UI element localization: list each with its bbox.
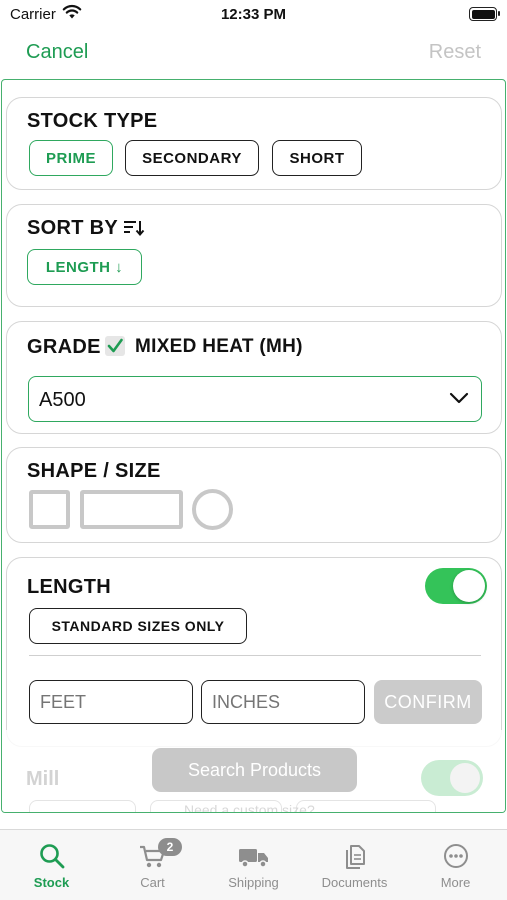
grade-select-value: A500: [39, 389, 86, 411]
mill-toggle[interactable]: [421, 760, 483, 796]
chevron-down-icon: [449, 392, 469, 404]
nav-bar: Cancel Reset: [0, 30, 507, 78]
tab-label: Stock: [33, 875, 70, 890]
sort-length-chip[interactable]: LENGTH ↓: [27, 249, 142, 285]
stock-type-prime-chip[interactable]: PRIME: [29, 140, 113, 176]
shape-size-card: SHAPE / SIZE: [6, 447, 502, 543]
checkmark-icon: [107, 338, 123, 353]
length-divider: [29, 655, 481, 656]
inches-input[interactable]: [201, 680, 365, 724]
square-tube-icon[interactable]: [29, 490, 70, 529]
tab-bar: Stock 2 Cart Shipping Documents More: [0, 829, 507, 900]
grade-card: GRADE MIXED HEAT (MH) A500: [6, 321, 502, 434]
standard-sizes-only-chip[interactable]: STANDARD SIZES ONLY: [29, 608, 247, 644]
round-tube-icon[interactable]: [192, 489, 233, 530]
shape-size-title: SHAPE / SIZE: [27, 460, 161, 482]
tab-label: Documents: [321, 875, 388, 890]
tab-shipping[interactable]: Shipping: [203, 830, 304, 900]
reset-button[interactable]: Reset: [429, 41, 481, 64]
status-bar: Carrier 12:33 PM: [0, 0, 507, 30]
filter-sheet: STOCK TYPE PRIME SECONDARY SHORT SORT BY…: [1, 79, 506, 813]
sort-by-title: SORT BY: [27, 217, 118, 239]
mill-title: Mill: [26, 768, 60, 790]
mill-chip: [29, 800, 136, 812]
custom-size-text: Need a custom size?: [184, 802, 315, 813]
mixed-heat-label: MIXED HEAT (MH): [135, 336, 303, 357]
truck-icon: [238, 849, 268, 868]
tab-label: More: [440, 875, 471, 890]
grade-select[interactable]: A500: [28, 376, 482, 422]
tab-label: Shipping: [228, 875, 279, 890]
tab-cart[interactable]: 2 Cart: [102, 830, 203, 900]
stock-type-card: STOCK TYPE PRIME SECONDARY SHORT: [6, 97, 502, 190]
stock-type-short-chip[interactable]: SHORT: [272, 140, 362, 176]
sort-descending-icon: [124, 221, 145, 237]
feet-input[interactable]: [29, 680, 193, 724]
status-time: 12:33 PM: [220, 6, 287, 23]
mill-chip: [296, 800, 436, 812]
more-icon: [443, 844, 468, 868]
sort-by-card: SORT BY LENGTH ↓: [6, 204, 502, 307]
cart-badge: 2: [158, 838, 182, 856]
stock-type-secondary-chip[interactable]: SECONDARY: [125, 140, 259, 176]
length-toggle[interactable]: [425, 568, 487, 604]
tab-documents[interactable]: Documents: [304, 830, 405, 900]
rectangle-tube-icon[interactable]: [80, 490, 183, 529]
search-icon: [39, 844, 64, 869]
length-title: LENGTH: [27, 576, 112, 598]
stock-type-title: STOCK TYPE: [27, 110, 158, 132]
tab-stock[interactable]: Stock: [1, 830, 102, 900]
battery-icon: [469, 7, 500, 21]
mixed-heat-checkbox[interactable]: [105, 336, 125, 356]
grade-title: GRADE: [27, 336, 101, 358]
tab-label: Cart: [140, 875, 165, 890]
tab-more[interactable]: More: [405, 830, 506, 900]
cancel-button[interactable]: Cancel: [26, 41, 88, 64]
length-card: LENGTH STANDARD SIZES ONLY CONFIRM: [6, 557, 502, 747]
confirm-button[interactable]: CONFIRM: [374, 680, 482, 724]
search-products-button[interactable]: Search Products: [152, 748, 357, 792]
documents-icon: [345, 845, 365, 869]
